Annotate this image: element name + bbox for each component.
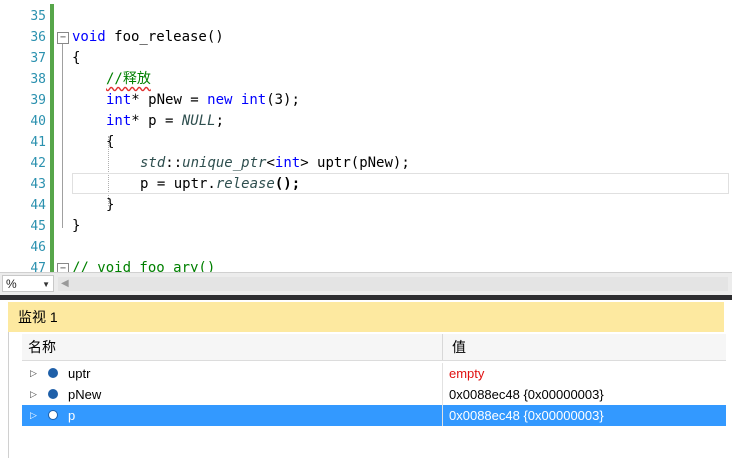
zoom-dropdown[interactable]: % ▼ — [2, 275, 54, 292]
watch-row-value: 0x0088ec48 {0x00000003} — [449, 387, 604, 402]
watch-row-value: empty — [449, 366, 485, 381]
code-line-41: { — [106, 134, 115, 150]
variable-icon — [48, 410, 58, 420]
code-line-42: std::unique_ptr<int> uptr(pNew); — [140, 155, 410, 171]
comment-text: //释放 — [106, 71, 151, 87]
column-header-name[interactable]: 名称 — [28, 334, 56, 360]
line-number-gutter: 35 36 37 38 39 40 41 42 43 44 45 46 47 — [0, 0, 48, 276]
watch-row-name: p — [68, 408, 76, 423]
line-number: 35 — [30, 9, 46, 24]
collapse-icon[interactable]: − — [57, 32, 69, 44]
line-number: 38 — [30, 72, 46, 87]
column-divider — [442, 405, 443, 426]
column-divider — [442, 363, 443, 384]
line-number: 46 — [30, 240, 46, 255]
horizontal-scrollbar[interactable]: ◀ — [58, 277, 728, 291]
code-line-40: int* p = NULL; — [106, 113, 225, 129]
column-divider — [442, 384, 443, 405]
chevron-down-icon: ▼ — [42, 280, 50, 289]
panel-border — [8, 332, 9, 458]
watch-row-uptr[interactable]: ▷ uptr empty — [22, 363, 726, 384]
column-divider[interactable] — [442, 334, 443, 360]
watch-row-p[interactable]: ▷ p 0x0088ec48 {0x00000003} — [22, 405, 726, 426]
watch-row-name: pNew — [68, 387, 102, 402]
fold-guide — [62, 44, 63, 228]
variable-icon — [48, 389, 58, 399]
editor-status-bar: % ▼ ◀ — [0, 272, 732, 295]
expand-icon[interactable]: ▷ — [30, 363, 37, 384]
code-line-38: //释放 — [106, 69, 151, 90]
line-number: 36 — [30, 30, 46, 45]
line-number: 39 — [30, 93, 46, 108]
line-number: 40 — [30, 114, 46, 129]
line-number: 44 — [30, 198, 46, 213]
watch-panel-title[interactable]: 监视 1 — [8, 302, 724, 332]
change-tracking-bar — [50, 4, 54, 272]
code-line-45: } — [72, 218, 81, 234]
variable-icon — [48, 368, 58, 378]
column-header-value[interactable]: 值 — [452, 334, 466, 360]
scroll-left-icon[interactable]: ◀ — [61, 277, 69, 291]
code-editor[interactable]: 35 36 37 38 39 40 41 42 43 44 45 46 47 −… — [0, 0, 732, 276]
code-line-44: } — [106, 197, 115, 213]
line-number: 37 — [30, 51, 46, 66]
code-line-37: { — [72, 50, 81, 66]
watch-row-pnew[interactable]: ▷ pNew 0x0088ec48 {0x00000003} — [22, 384, 726, 405]
line-number: 43 — [30, 177, 46, 192]
line-number: 42 — [30, 156, 46, 171]
line-number: 45 — [30, 219, 46, 234]
expand-icon[interactable]: ▷ — [30, 405, 37, 426]
code-line-36: void foo_release() — [72, 29, 224, 45]
watch-header: 名称 值 — [22, 334, 726, 361]
watch-row-name: uptr — [68, 366, 91, 381]
code-line-39: int* pNew = new int(3); — [106, 92, 300, 108]
code-line-43: p = uptr.release(); — [140, 176, 301, 192]
watch-row-value: 0x0088ec48 {0x00000003} — [449, 408, 604, 423]
line-number: 41 — [30, 135, 46, 150]
expand-icon[interactable]: ▷ — [30, 384, 37, 405]
